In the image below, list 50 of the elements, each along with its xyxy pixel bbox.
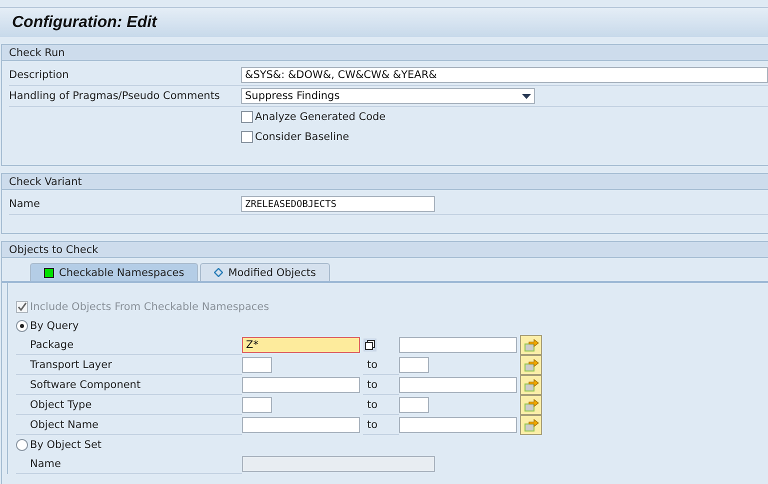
field-label: Package (16, 335, 242, 355)
field-label: Name (9, 198, 41, 210)
radio-button[interactable] (16, 320, 28, 332)
tab[interactable]: Checkable Namespaces (30, 263, 198, 281)
checkbox[interactable] (241, 111, 253, 123)
field-label: Software Component (16, 375, 242, 395)
input-field[interactable] (399, 377, 517, 393)
arrow-icon (524, 358, 538, 372)
multiple-selection-button[interactable] (520, 375, 542, 395)
input-field[interactable] (399, 337, 517, 353)
arrow-icon (524, 398, 538, 412)
arrow-icon (524, 418, 538, 432)
multiple-selection-button[interactable] (520, 395, 542, 415)
field-label: Description (9, 69, 70, 81)
input-field[interactable]: Z* (242, 337, 360, 353)
checkbox[interactable] (241, 131, 253, 143)
radio-label[interactable]: By Query (30, 320, 79, 332)
window-title: Configuration: Edit (12, 14, 157, 32)
arrow-icon (524, 378, 538, 392)
group-heading: Check Variant (9, 176, 82, 188)
caret-icon (522, 94, 531, 98)
variant-name-field[interactable]: ZRELEASEDOBJECTS (241, 196, 435, 212)
input-field[interactable] (399, 397, 429, 413)
dropdown[interactable]: Suppress Findings (241, 88, 535, 104)
diamond-icon (214, 268, 224, 277)
checkbox-label[interactable]: Consider Baseline (255, 131, 350, 143)
multiple-selection-button[interactable] (520, 335, 542, 355)
checkbox-label[interactable]: Analyze Generated Code (255, 111, 386, 123)
input-field[interactable] (399, 357, 429, 373)
multiple-selection-button[interactable] (520, 355, 542, 375)
field-label: Object Type (16, 395, 242, 415)
copy-icon[interactable] (363, 338, 377, 352)
input-field[interactable] (399, 417, 517, 433)
field-label: Handling of Pragmas/Pseudo Comments (9, 90, 221, 102)
group-heading: Check Run (9, 46, 65, 58)
input-field[interactable] (242, 357, 272, 373)
field-label: Object Name (16, 415, 242, 435)
radio-button[interactable] (16, 438, 28, 450)
square-icon (44, 268, 54, 278)
description-field[interactable]: &SYS&: &DOW&, CW&CW& &YEAR& (241, 67, 768, 83)
field-label: Transport Layer (16, 355, 242, 375)
multiple-selection-button[interactable] (520, 415, 542, 435)
group-heading: Objects to Check (9, 244, 98, 256)
input-field[interactable] (242, 377, 360, 393)
input-field[interactable] (242, 417, 360, 433)
arrow-icon (524, 338, 538, 352)
field-label: Name (16, 454, 242, 474)
tab[interactable]: Modified Objects (200, 263, 330, 281)
radio-label[interactable]: By Object Set (30, 438, 102, 450)
input-field[interactable] (242, 397, 272, 413)
